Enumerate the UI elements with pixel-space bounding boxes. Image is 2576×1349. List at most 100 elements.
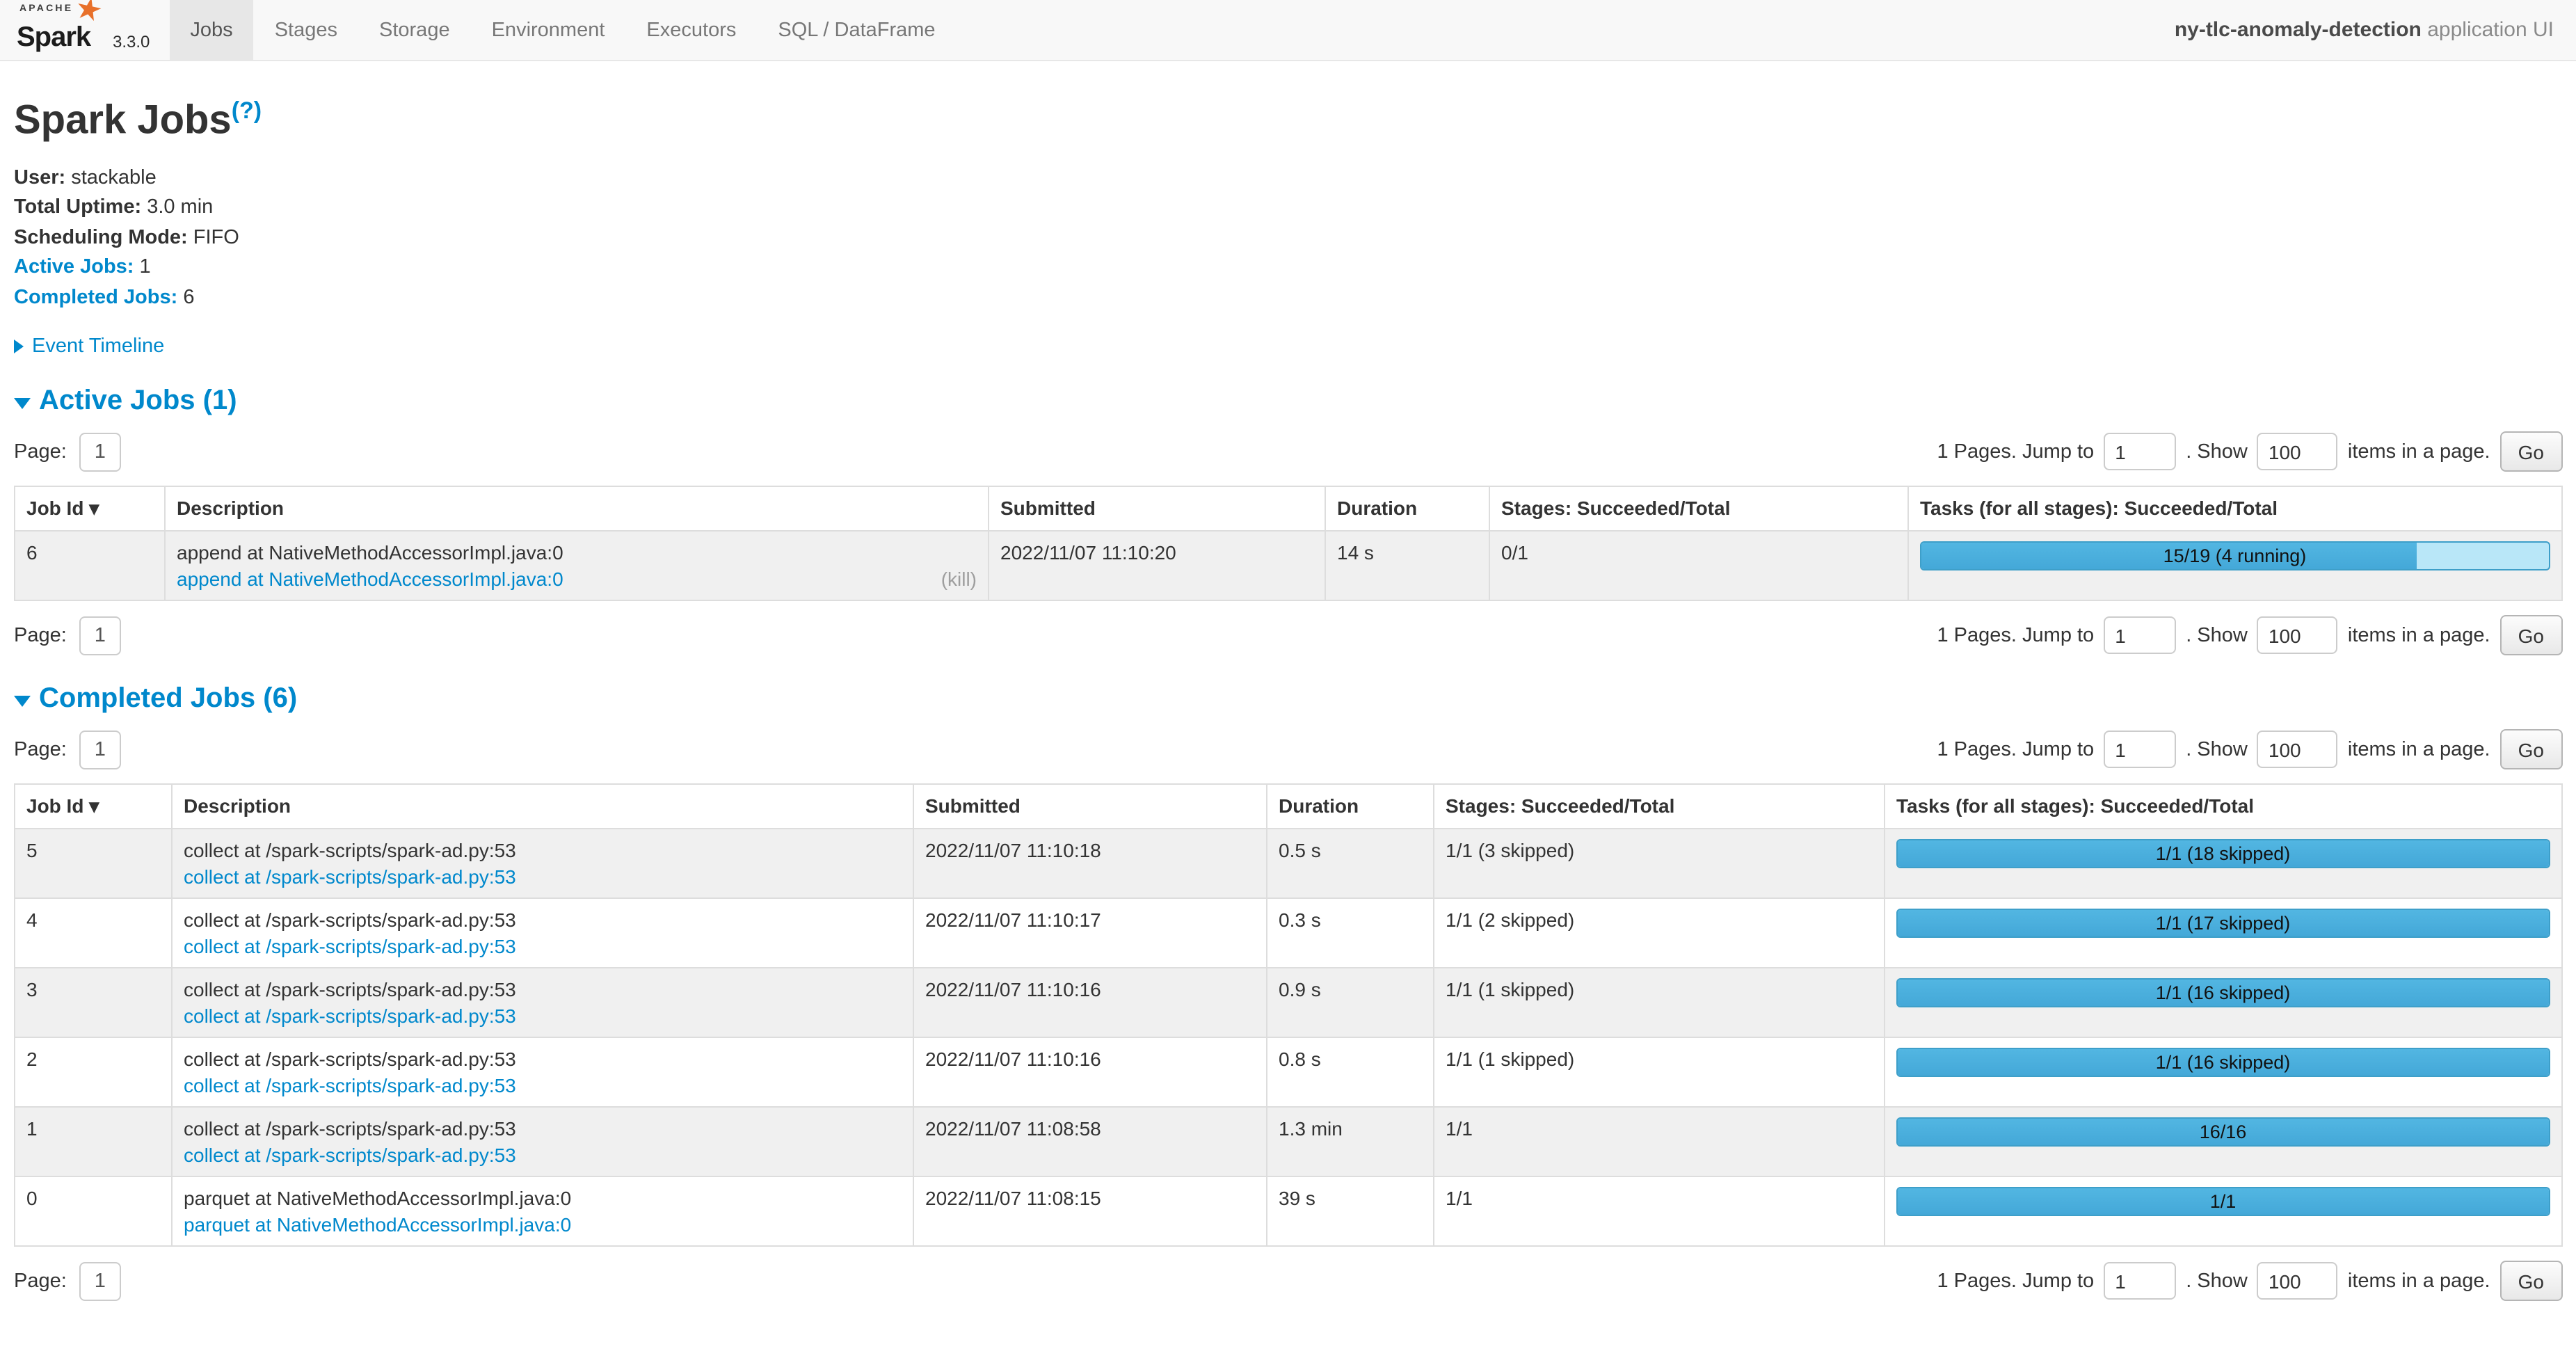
active-jobs-table: Job Id ▾ Description Submitted Duration … (14, 486, 2562, 601)
uptime-label: Total Uptime: (14, 196, 141, 218)
job-description: collect at /spark-scripts/spark-ad.py:53 (184, 909, 902, 931)
jump-to-input[interactable] (2104, 433, 2176, 470)
tab-sql-dataframe-label[interactable]: SQL / DataFrame (757, 0, 956, 61)
col-submitted[interactable]: Submitted (913, 784, 1267, 829)
tab-storage[interactable]: Storage (358, 0, 471, 60)
tab-environment-label[interactable]: Environment (471, 0, 626, 61)
page-number-box[interactable]: 1 (79, 616, 121, 655)
active-jobs-section-toggle[interactable]: Active Jobs (1) (14, 385, 2562, 417)
event-timeline-toggle[interactable]: Event Timeline (14, 335, 2562, 358)
job-description: append at NativeMethodAccessorImpl.java:… (177, 541, 977, 564)
job-stages: 1/1 (2 skipped) (1434, 898, 1885, 968)
active-jobs-link[interactable]: Active Jobs: (14, 256, 134, 278)
col-tasks[interactable]: Tasks (for all stages): Succeeded/Total (1885, 784, 2561, 829)
col-duration[interactable]: Duration (1267, 784, 1434, 829)
page-title: Spark Jobs(?) (14, 89, 2562, 144)
job-stages: 1/1 (1 skipped) (1434, 1037, 1885, 1107)
tab-sql-dataframe[interactable]: SQL / DataFrame (757, 0, 956, 60)
page-label: Page: (14, 738, 67, 760)
job-id: 6 (15, 531, 165, 600)
job-description: collect at /spark-scripts/spark-ad.py:53 (184, 978, 902, 1000)
top-navbar: APACHE ★ Spark 3.3.0 Jobs Stages Storage… (0, 0, 2576, 61)
go-button[interactable]: Go (2500, 431, 2562, 472)
scheduling-mode-label: Scheduling Mode: (14, 226, 188, 248)
items-text: items in a page. (2348, 1270, 2490, 1292)
page-number-box[interactable]: 1 (79, 730, 121, 769)
show-items-input[interactable] (2257, 433, 2338, 470)
job-stages: 1/1 (1434, 1107, 1885, 1176)
items-text: items in a page. (2348, 738, 2490, 760)
job-description-link[interactable]: collect at /spark-scripts/spark-ad.py:53 (184, 1144, 516, 1166)
col-submitted[interactable]: Submitted (989, 486, 1325, 531)
show-items-input[interactable] (2257, 1262, 2338, 1300)
job-id: 1 (15, 1107, 172, 1176)
jump-to-input[interactable] (2104, 616, 2176, 654)
pagination-bar: Page: 1 1 Pages. Jump to . Show items in… (14, 615, 2562, 655)
show-items-input[interactable] (2257, 616, 2338, 654)
kill-link[interactable]: (kill) (941, 568, 977, 590)
jump-to-input[interactable] (2104, 731, 2176, 768)
job-description-link[interactable]: collect at /spark-scripts/spark-ad.py:53 (184, 865, 516, 888)
pagination-bar: Page: 1 1 Pages. Jump to . Show items in… (14, 1261, 2562, 1301)
job-submitted: 2022/11/07 11:10:20 (989, 531, 1325, 600)
show-items-input[interactable] (2257, 731, 2338, 768)
job-id: 0 (15, 1176, 172, 1246)
tasks-progress-bar: 1/1 (17 skipped) (1896, 909, 2550, 938)
tab-storage-label[interactable]: Storage (358, 0, 471, 61)
go-button[interactable]: Go (2500, 615, 2562, 655)
job-description-link[interactable]: append at NativeMethodAccessorImpl.java:… (177, 568, 563, 590)
col-tasks[interactable]: Tasks (for all stages): Succeeded/Total (1908, 486, 2561, 531)
tab-stages[interactable]: Stages (254, 0, 358, 60)
job-description: collect at /spark-scripts/spark-ad.py:53 (184, 1117, 902, 1140)
job-description-link[interactable]: collect at /spark-scripts/spark-ad.py:53 (184, 1005, 516, 1027)
col-duration[interactable]: Duration (1325, 486, 1489, 531)
job-description: parquet at NativeMethodAccessorImpl.java… (184, 1187, 902, 1209)
summary-active-jobs: Active Jobs: 1 (14, 253, 2562, 283)
col-description[interactable]: Description (165, 486, 989, 531)
job-description-cell: collect at /spark-scripts/spark-ad.py:53… (172, 1107, 913, 1176)
job-tasks-cell: 15/19 (4 running) (1908, 531, 2561, 600)
col-stages[interactable]: Stages: Succeeded/Total (1489, 486, 1908, 531)
job-description-link[interactable]: parquet at NativeMethodAccessorImpl.java… (184, 1213, 571, 1236)
completed-jobs-count: 6 (183, 286, 194, 308)
help-link[interactable]: (?) (232, 97, 262, 124)
job-stages: 0/1 (1489, 531, 1908, 600)
spark-jobs-page: APACHE ★ Spark 3.3.0 Jobs Stages Storage… (0, 0, 2576, 1349)
col-description[interactable]: Description (172, 784, 913, 829)
completed-jobs-section-toggle[interactable]: Completed Jobs (6) (14, 683, 2562, 715)
tab-stages-label[interactable]: Stages (254, 0, 358, 61)
job-description-link[interactable]: collect at /spark-scripts/spark-ad.py:53 (184, 1074, 516, 1096)
job-stages: 1/1 (3 skipped) (1434, 829, 1885, 898)
summary-scheduling-mode: Scheduling Mode: FIFO (14, 223, 2562, 253)
tasks-progress-bar: 16/16 (1896, 1117, 2550, 1147)
go-button[interactable]: Go (2500, 1261, 2562, 1301)
col-job-id[interactable]: Job Id ▾ (15, 486, 165, 531)
event-timeline-link[interactable]: Event Timeline (32, 335, 164, 358)
spark-logo-link[interactable]: APACHE ★ Spark 3.3.0 (0, 0, 169, 60)
job-tasks-cell: 1/1 (18 skipped) (1885, 829, 2561, 898)
tab-environment[interactable]: Environment (471, 0, 626, 60)
job-description: collect at /spark-scripts/spark-ad.py:53 (184, 839, 902, 861)
job-id: 2 (15, 1037, 172, 1107)
jump-to-input[interactable] (2104, 1262, 2176, 1300)
job-stages: 1/1 (1 skipped) (1434, 968, 1885, 1037)
spark-version: 3.3.0 (113, 32, 150, 54)
job-description-link[interactable]: collect at /spark-scripts/spark-ad.py:53 (184, 935, 516, 957)
page-number-box[interactable]: 1 (79, 1261, 121, 1300)
page-number-box[interactable]: 1 (79, 432, 121, 471)
completed-jobs-link[interactable]: Completed Jobs: (14, 286, 177, 308)
job-tasks-cell: 1/1 (16 skipped) (1885, 968, 2561, 1037)
job-id: 3 (15, 968, 172, 1037)
expand-arrow-icon (14, 340, 24, 353)
tab-executors-label[interactable]: Executors (625, 0, 757, 61)
tab-jobs-label[interactable]: Jobs (169, 0, 253, 61)
col-job-id[interactable]: Job Id ▾ (15, 784, 172, 829)
col-stages[interactable]: Stages: Succeeded/Total (1434, 784, 1885, 829)
tab-jobs[interactable]: Jobs (169, 0, 253, 60)
tasks-progress-bar: 1/1 (16 skipped) (1896, 1048, 2550, 1077)
job-submitted: 2022/11/07 11:08:58 (913, 1107, 1267, 1176)
go-button[interactable]: Go (2500, 729, 2562, 769)
pages-jump-text: 1 Pages. Jump to (1937, 738, 2095, 760)
tab-executors[interactable]: Executors (625, 0, 757, 60)
scheduling-mode-value: FIFO (193, 226, 239, 248)
